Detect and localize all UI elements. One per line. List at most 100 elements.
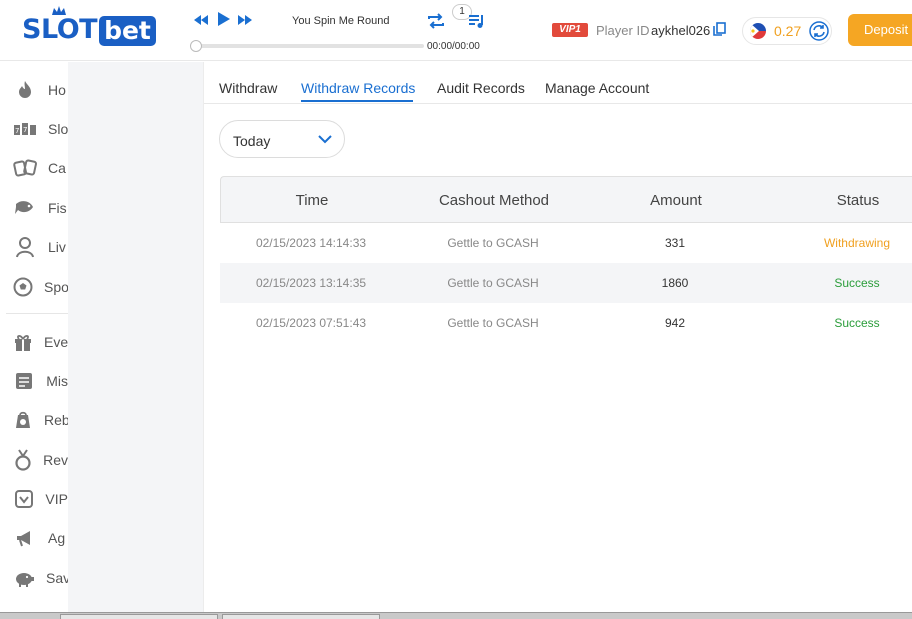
taskbar-button[interactable]: [222, 614, 380, 619]
song-title: You Spin Me Round: [292, 15, 390, 27]
sidebar-item-label: Liv: [48, 239, 66, 255]
table-row: 02/15/2023 14:14:33 Gettle to GCASH 331 …: [220, 223, 912, 263]
column-header-status: Status: [836, 192, 880, 209]
deposit-button[interactable]: Deposit: [848, 14, 912, 46]
balance-amount: 0.27: [774, 23, 802, 39]
cell-amount: 942: [664, 316, 686, 330]
sidebar-item-slots[interactable]: 77 Slo: [0, 111, 68, 147]
philippines-flag-icon: [750, 23, 766, 39]
column-header-cashout-method: Cashout Method: [438, 192, 550, 209]
table-row: 02/15/2023 07:51:43 Gettle to GCASH 942 …: [220, 303, 912, 343]
table-row: 02/15/2023 13:14:35 Gettle to GCASH 1860…: [220, 263, 912, 303]
repeat-icon[interactable]: [426, 12, 446, 30]
sidebar-item-events[interactable]: Eve: [0, 324, 68, 360]
sidebar-item-label: Ag: [48, 530, 66, 546]
slotbet-logo[interactable]: SLOT bet: [22, 6, 156, 48]
svg-text:7: 7: [23, 126, 27, 134]
megaphone-icon: [13, 526, 37, 550]
sidebar-item-fishing[interactable]: Fis: [0, 190, 68, 226]
sidebar-item-agent[interactable]: Ag: [0, 520, 68, 556]
balance-pill: 0.27: [742, 17, 832, 45]
sidebar-item-label: Slo: [48, 121, 68, 137]
fire-icon: [13, 78, 37, 102]
tab-withdraw-records[interactable]: Withdraw Records: [301, 80, 415, 96]
sidebar-item-label: Reb: [44, 412, 68, 428]
tab-withdraw[interactable]: Withdraw: [219, 80, 277, 96]
refresh-balance-icon[interactable]: [809, 21, 829, 41]
sidebar-item-label: Eve: [44, 334, 68, 350]
table-header: Time Cashout Method Amount Status: [220, 176, 912, 223]
tab-bar: Withdraw Withdraw Records Audit Records …: [204, 62, 912, 104]
cards-icon: [13, 156, 37, 180]
vip-shield-icon: [13, 487, 34, 511]
cell-status: Success: [834, 276, 880, 290]
sidebar-item-label: Ca: [48, 160, 66, 176]
cell-time: 02/15/2023 07:51:43: [255, 316, 367, 330]
medal-icon: [13, 448, 32, 472]
taskbar-strip: [0, 612, 912, 619]
top-header: SLOT bet You Spin Me Round 1 00:00/00:00…: [0, 0, 912, 61]
progress-knob[interactable]: [190, 40, 202, 52]
column-header-amount: Amount: [650, 192, 702, 209]
play-icon[interactable]: [215, 11, 231, 27]
sidebar-item-cards[interactable]: Ca: [0, 150, 68, 186]
cell-amount: 331: [664, 236, 686, 250]
playback-time: 00:00/00:00: [427, 41, 480, 52]
cell-amount: 1860: [661, 276, 689, 290]
logo-text-bet: bet: [99, 16, 156, 46]
sidebar-item-label: Ho: [48, 82, 66, 98]
cell-method: Gettle to GCASH: [447, 236, 539, 250]
sidebar-item-label: Spo: [44, 279, 68, 295]
cell-status: Withdrawing: [823, 236, 891, 250]
sidebar-item-home[interactable]: Ho: [0, 72, 68, 108]
sidebar-item-label: Rev: [43, 452, 68, 468]
gift-icon: [13, 330, 33, 354]
taskbar-button[interactable]: [60, 614, 218, 619]
music-player: You Spin Me Round 1 00:00/00:00: [190, 4, 490, 56]
live-dealer-icon: [13, 235, 37, 259]
active-tab-indicator: [301, 100, 413, 102]
copy-icon[interactable]: [713, 22, 726, 36]
svg-text:7: 7: [15, 127, 19, 135]
player-id-value: aykhel026: [651, 23, 711, 38]
column-header-time: Time: [295, 192, 329, 209]
fish-icon: [13, 196, 37, 220]
slot-icon: 77: [13, 117, 37, 141]
cell-time: 02/15/2023 13:14:35: [255, 276, 367, 290]
crown-icon: [52, 6, 66, 15]
rewind-icon[interactable]: [193, 13, 209, 27]
cell-status: Success: [834, 316, 880, 330]
cell-time: 02/15/2023 14:14:33: [255, 236, 367, 250]
fast-forward-icon[interactable]: [237, 13, 253, 27]
sidebar-item-missions[interactable]: Mis: [0, 363, 68, 399]
cell-method: Gettle to GCASH: [447, 316, 539, 330]
sidebar-item-live[interactable]: Liv: [0, 229, 68, 265]
sidebar-item-rewards[interactable]: Rev: [0, 442, 68, 478]
progress-track[interactable]: [194, 44, 424, 48]
rebate-icon: [13, 408, 33, 432]
withdraw-records-table: Time Cashout Method Amount Status 02/15/…: [220, 176, 912, 343]
sidebar-divider: [6, 313, 68, 314]
logo-text-slot: SLOT: [22, 14, 98, 45]
playlist-icon[interactable]: [468, 13, 486, 29]
sidebar-item-label: Fis: [48, 200, 67, 216]
cell-method: Gettle to GCASH: [447, 276, 539, 290]
vip-badge: VIP1: [552, 23, 588, 37]
main-content: Withdraw Withdraw Records Audit Records …: [203, 62, 912, 619]
sidebar-spacer-panel: [68, 62, 203, 619]
sidebar-item-vip[interactable]: VIP: [0, 481, 68, 517]
checklist-icon: [13, 369, 35, 393]
sidebar-item-savings[interactable]: Sav: [0, 560, 68, 596]
sidebar-item-label: Mis: [46, 373, 68, 389]
chevron-down-icon: [318, 135, 332, 144]
tab-manage-account[interactable]: Manage Account: [545, 80, 649, 96]
sidebar: Ho 77 Slo Ca Fis Liv Spo Eve Mis Reb Rev…: [0, 62, 68, 619]
date-range-select[interactable]: Today: [219, 120, 345, 158]
sidebar-item-rebate[interactable]: Reb: [0, 402, 68, 438]
date-range-value: Today: [233, 133, 271, 149]
tab-audit-records[interactable]: Audit Records: [437, 80, 525, 96]
sidebar-item-label: VIP: [45, 491, 68, 507]
soccer-ball-icon: [13, 275, 33, 299]
piggy-bank-icon: [13, 566, 35, 590]
sidebar-item-sports[interactable]: Spo: [0, 269, 68, 305]
